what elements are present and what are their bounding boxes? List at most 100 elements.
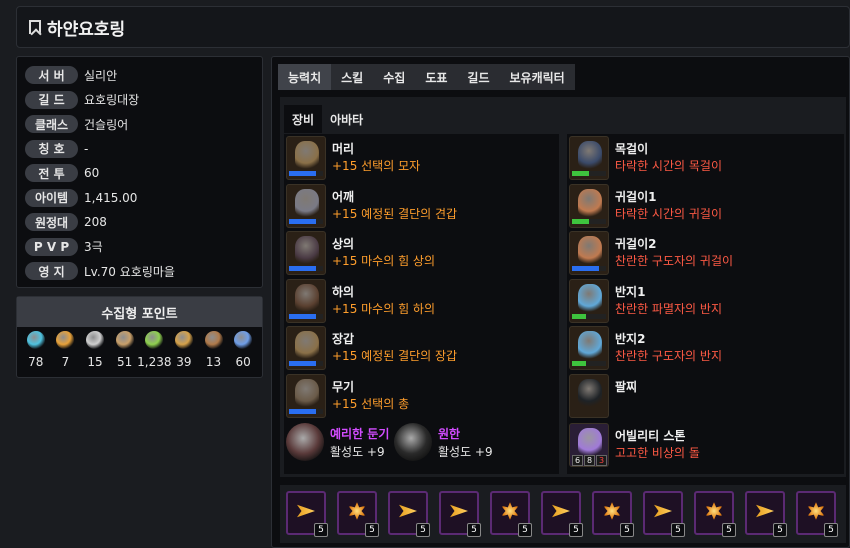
voyage-telescope-icon <box>174 331 193 349</box>
equipment-slot-name: 귀걸이1 <box>615 189 657 204</box>
quality-fill <box>572 361 586 366</box>
equipment-slot[interactable]: 반지2 찬란한 구도자의 반지 <box>567 324 844 372</box>
info-row: 길 드 요호링대장 <box>25 88 262 113</box>
info-row: 아이템 1,415.00 <box>25 186 262 211</box>
equipment-area: 장비 아바타 머리 +15 선택의 모자 어깨 +15 예정된 결단의 견갑 상의 +15 … <box>280 97 846 477</box>
subtab-0[interactable]: 장비 <box>284 105 323 133</box>
gem-card[interactable]: 5 <box>337 491 379 537</box>
info-label: 서 버 <box>25 66 78 85</box>
equipment-item-name: 타락한 시간의 목걸이 <box>615 159 722 173</box>
item-glyph <box>295 236 319 264</box>
collection-item[interactable]: 7 <box>51 331 79 369</box>
bookmark-icon[interactable] <box>29 20 41 34</box>
ignea-token-icon <box>204 331 223 349</box>
info-label: 아이템 <box>25 188 78 207</box>
collection-item[interactable]: 78 <box>22 331 50 369</box>
collection-points-grid: 78 7 15 51 1,238 39 13 60 <box>17 327 262 369</box>
quality-bar <box>289 361 323 366</box>
subtab-1[interactable]: 아바타 <box>322 105 371 133</box>
collection-value: 60 <box>235 355 251 369</box>
equipment-slot[interactable]: 귀걸이2 찬란한 구도자의 귀걸이 <box>567 229 844 277</box>
tab-2[interactable]: 수집 <box>373 64 415 90</box>
tab-1[interactable]: 스킬 <box>331 64 373 90</box>
equipment-column-right: 목걸이 타락한 시간의 목걸이 귀걸이1 타락한 시간의 귀걸이 귀걸이2 찬란한 구도자… <box>567 134 844 474</box>
gem-card[interactable]: 5 <box>643 491 685 537</box>
equipment-slot-name: 상의 <box>332 237 355 251</box>
equipment-slot[interactable]: 머리 +15 선택의 모자 <box>284 134 559 182</box>
gem-level: 5 <box>671 523 685 537</box>
tab-4[interactable]: 길드 <box>457 64 499 90</box>
stone-badge: 6 <box>572 455 583 466</box>
equipment-slot-name: 팔찌 <box>615 379 638 394</box>
equipment-item-name: +15 예정된 결단의 견갑 <box>332 206 458 221</box>
info-value: 요호링대장 <box>84 93 140 108</box>
quality-fill <box>572 313 586 319</box>
gem-level: 5 <box>722 523 736 537</box>
collection-item[interactable]: 13 <box>200 331 228 369</box>
collection-value: 51 <box>117 355 133 369</box>
tab-5[interactable]: 보유캐릭터 <box>500 64 575 90</box>
gem-card[interactable]: 5 <box>694 491 736 537</box>
equipment-slot[interactable]: 어깨 +15 예정된 결단의 견갑 <box>284 182 559 230</box>
item-glyph <box>578 378 602 407</box>
equipment-item-name: 찬란한 파멸자의 반지 <box>615 301 722 316</box>
collection-item[interactable]: 1,238 <box>137 331 172 369</box>
equipment-slot[interactable]: 팔찌 <box>567 372 844 420</box>
equipment-slot[interactable]: 목걸이 타락한 시간의 목걸이 <box>567 134 844 182</box>
arrow-gem-icon <box>297 504 315 518</box>
quality-bar <box>289 218 323 224</box>
collection-item[interactable]: 51 <box>111 331 139 369</box>
equipment-slot[interactable]: 장갑 +15 예정된 결단의 장갑 <box>284 324 559 372</box>
gem-level: 5 <box>365 523 379 537</box>
gem-card[interactable]: 5 <box>592 491 634 537</box>
info-value: 60 <box>84 166 100 181</box>
tab-0[interactable]: 능력치 <box>278 64 332 90</box>
collection-value: 13 <box>205 355 222 369</box>
info-value: 실리안 <box>84 68 118 83</box>
collection-points-panel: 수집형 포인트 78 7 15 51 1,238 39 13 60 <box>16 296 263 378</box>
quality-fill <box>289 408 317 414</box>
ability-stone-name: 고고한 비상의 돌 <box>615 446 700 460</box>
quality-bar <box>572 171 606 176</box>
engraving-value: 활성도 +9 <box>330 445 385 459</box>
tab-3[interactable]: 도표 <box>415 64 457 90</box>
item-glyph <box>295 331 319 359</box>
profile-header: 하얀요호링 <box>16 6 850 48</box>
collection-item[interactable]: 39 <box>170 331 198 369</box>
equipment-slot[interactable]: 반지1 찬란한 파멸자의 반지 <box>567 277 844 325</box>
gem-card[interactable]: 5 <box>796 491 838 537</box>
ability-stone-slot[interactable]: 6 8 3 어빌리티 스톤 고고한 비상의 돌 <box>567 421 844 469</box>
info-value: 208 <box>84 215 107 230</box>
equipment-slot[interactable]: 상의 +15 마수의 힘 상의 <box>284 229 559 277</box>
gem-card[interactable]: 5 <box>439 491 481 537</box>
info-value: 1,415.00 <box>84 190 138 205</box>
engraving-gem[interactable]: 원한 활성도 +9 <box>394 421 499 469</box>
burst-gem-icon <box>348 502 366 520</box>
gem-card[interactable]: 5 <box>745 491 787 537</box>
equipment-slot[interactable]: 하의 +15 마수의 힘 하의 <box>284 277 559 325</box>
item-glyph <box>295 283 319 312</box>
info-row: 클래스 건슬링어 <box>25 112 262 137</box>
equipment-icon <box>286 231 326 275</box>
quality-bar <box>572 218 606 224</box>
info-row: P V P 3극 <box>25 235 262 260</box>
equipment-item-name: +15 선택의 모자 <box>332 159 421 173</box>
ability-stone-icon: 683 <box>569 423 609 467</box>
gem-card[interactable]: 5 <box>286 491 328 537</box>
item-glyph <box>578 283 602 312</box>
gem-level: 5 <box>467 523 481 537</box>
equipment-slot-name: 무기 <box>332 379 355 394</box>
equipment-slot-name: 장갑 <box>332 332 355 346</box>
gem-card[interactable]: 5 <box>388 491 430 537</box>
equipment-slot[interactable]: 귀걸이1 타락한 시간의 귀걸이 <box>567 182 844 230</box>
character-info-panel: 서 버 실리안 길 드 요호링대장 클래스 건슬링어 칭 호-전 투 60 아이템 1,415.0… <box>16 56 263 288</box>
collection-item[interactable]: 15 <box>81 331 109 369</box>
arrow-gem-icon <box>654 504 672 518</box>
equipment-slot[interactable]: 무기 +15 선택의 총 <box>284 372 559 420</box>
gem-card[interactable]: 5 <box>490 491 532 537</box>
engraving-gem[interactable]: 예리한 둔기 활성도 +9 <box>286 421 391 469</box>
collection-item[interactable]: 60 <box>229 331 257 369</box>
info-value: 건슬링어 <box>84 117 129 132</box>
quality-fill <box>572 266 600 271</box>
gem-card[interactable]: 5 <box>541 491 583 537</box>
